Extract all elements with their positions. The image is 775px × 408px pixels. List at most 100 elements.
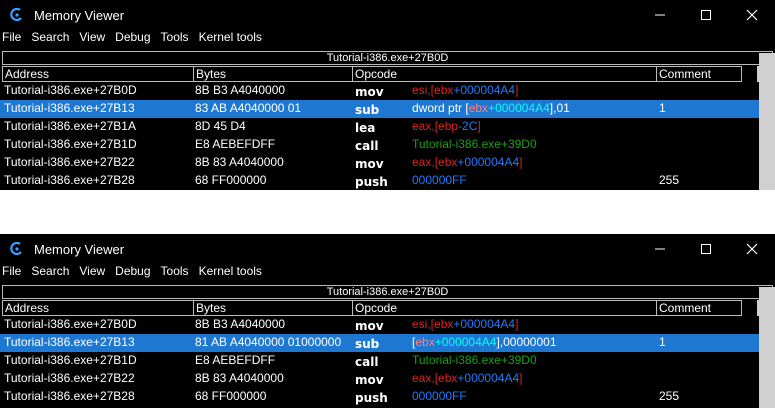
maximize-icon[interactable] <box>683 234 729 264</box>
operand-token: Tutorial-i386.exe+39D0 <box>412 353 537 367</box>
row-operands: [ebx+000004A4],00000001 <box>412 335 557 349</box>
disassembly-row[interactable]: Tutorial-i386.exe+27B13 83 AB A4040000 01… <box>0 100 775 118</box>
menu-tools[interactable]: Tools <box>161 264 189 278</box>
disassembly-header: Address Bytes Opcode Comment <box>0 300 775 316</box>
menu-kernel-tools[interactable]: Kernel tools <box>199 264 262 278</box>
row-address: Tutorial-i386.exe+27B13 <box>4 335 135 349</box>
row-opcode: mov <box>355 373 384 387</box>
operand-token: ebx <box>415 335 435 349</box>
disassembly-row[interactable]: Tutorial-i386.exe+27B13 81 AB A4040000 01… <box>0 334 775 352</box>
menu-search[interactable]: Search <box>31 30 69 44</box>
disassembly-row[interactable]: Tutorial-i386.exe+27B1A 8D 45 D4 lea eax,[e… <box>0 118 775 136</box>
operand-token: +000004A4 <box>453 317 516 331</box>
row-operands: eax,[ebx+000004A4] <box>412 371 522 385</box>
disassembly-header: Address Bytes Opcode Comment <box>0 66 775 82</box>
operand-token: esi <box>412 83 428 97</box>
row-bytes: 8B 83 A4040000 <box>195 371 284 385</box>
operand-token: ebx <box>468 101 489 115</box>
menu-file[interactable]: File <box>2 264 21 278</box>
menu-view[interactable]: View <box>79 264 105 278</box>
menu-debug[interactable]: Debug <box>115 264 150 278</box>
menu-file[interactable]: File <box>2 30 21 44</box>
row-operands: eax,[ebp-2C] <box>412 119 481 133</box>
header-bytes[interactable]: Bytes <box>193 300 353 316</box>
row-opcode: mov <box>355 85 384 99</box>
title-bar[interactable]: Memory Viewer <box>0 234 775 264</box>
memory-viewer-window-1: Memory Viewer File Search View Debug Too… <box>0 0 775 190</box>
row-address: Tutorial-i386.exe+27B0D <box>4 317 137 331</box>
operand-token: +000004A4 <box>488 101 550 115</box>
minimize-icon[interactable] <box>637 234 683 264</box>
disassembly-rows: Tutorial-i386.exe+27B0D 8B B3 A4040000 mov… <box>0 82 775 190</box>
row-opcode: sub <box>355 337 380 351</box>
operand-token: ] <box>515 317 519 331</box>
row-bytes: 68 FF000000 <box>195 173 267 187</box>
disassembly-row[interactable]: Tutorial-i386.exe+27B0D 8B B3 A4040000 mov… <box>0 82 775 100</box>
menu-tools[interactable]: Tools <box>161 30 189 44</box>
row-bytes: 8B 83 A4040000 <box>195 155 284 169</box>
row-address: Tutorial-i386.exe+27B1D <box>4 353 137 367</box>
menu-kernel-tools[interactable]: Kernel tools <box>199 30 262 44</box>
row-bytes: 81 AB A4040000 01000000 <box>195 335 342 349</box>
menu-search[interactable]: Search <box>31 264 69 278</box>
close-icon[interactable] <box>729 234 775 264</box>
header-address[interactable]: Address <box>2 66 194 82</box>
header-opcode[interactable]: Opcode <box>352 300 657 316</box>
header-address[interactable]: Address <box>2 300 194 316</box>
disassembly-row[interactable]: Tutorial-i386.exe+27B0D 8B B3 A4040000 mov… <box>0 316 775 334</box>
disassembly-row[interactable]: Tutorial-i386.exe+27B1D E8 AEBEFDFF call Tu… <box>0 136 775 154</box>
row-operands: 000000FF <box>412 173 467 187</box>
row-opcode: sub <box>355 103 380 117</box>
row-operands: esi,[ebx+000004A4] <box>412 317 518 331</box>
row-opcode: mov <box>355 319 384 333</box>
window-title: Memory Viewer <box>34 7 125 23</box>
operand-token: 000000FF <box>412 173 467 187</box>
disassembly-row[interactable]: Tutorial-i386.exe+27B1D E8 AEBEFDFF call Tu… <box>0 352 775 370</box>
disassembly-row[interactable]: Tutorial-i386.exe+27B22 8B 83 A4040000 mov… <box>0 154 775 172</box>
row-opcode: mov <box>355 157 384 171</box>
header-bytes[interactable]: Bytes <box>193 66 353 82</box>
header-comment[interactable]: Comment <box>656 300 742 316</box>
operand-token: 000000FF <box>412 389 467 403</box>
window-title: Memory Viewer <box>34 241 125 257</box>
row-operands: 000000FF <box>412 389 467 403</box>
row-address: Tutorial-i386.exe+27B22 <box>4 155 135 169</box>
operand-token: ] <box>519 371 523 385</box>
row-bytes: 68 FF000000 <box>195 389 267 403</box>
row-operands: dword ptr [ebx+000004A4],01 <box>412 101 570 115</box>
header-opcode[interactable]: Opcode <box>352 66 657 82</box>
row-address: Tutorial-i386.exe+27B1A <box>4 119 136 133</box>
address-bar[interactable]: Tutorial-i386.exe+27B0D <box>2 285 773 299</box>
operand-token: dword ptr [ <box>412 101 469 115</box>
operand-token: +000004A4 <box>457 155 520 169</box>
address-bar[interactable]: Tutorial-i386.exe+27B0D <box>2 51 773 65</box>
operand-token: +000004A4 <box>457 371 520 385</box>
row-opcode: call <box>355 139 379 153</box>
disassembly-row[interactable]: Tutorial-i386.exe+27B22 8B 83 A4040000 mov… <box>0 370 775 388</box>
vertical-scrollbar[interactable] <box>759 287 775 408</box>
disassembly-row[interactable]: Tutorial-i386.exe+27B28 68 FF000000 push 00… <box>0 172 775 190</box>
minimize-icon[interactable] <box>637 0 683 30</box>
operand-token: ebx <box>434 317 454 331</box>
operand-token: ],01 <box>549 101 570 115</box>
row-bytes: E8 AEBEFDFF <box>195 137 276 151</box>
row-bytes: 8D 45 D4 <box>195 119 246 133</box>
row-bytes: 8B B3 A4040000 <box>195 83 286 97</box>
maximize-icon[interactable] <box>683 0 729 30</box>
disassembly-row[interactable]: Tutorial-i386.exe+27B28 68 FF000000 push 00… <box>0 388 775 406</box>
operand-token: ,[ <box>427 83 435 97</box>
row-comment: 1 <box>659 335 666 349</box>
vertical-scrollbar[interactable] <box>759 53 775 190</box>
header-comment[interactable]: Comment <box>656 66 742 82</box>
menu-view[interactable]: View <box>79 30 105 44</box>
operand-token: eax <box>412 371 432 385</box>
row-comment: 255 <box>659 173 680 187</box>
row-bytes: 8B B3 A4040000 <box>195 317 286 331</box>
row-opcode: lea <box>355 121 376 135</box>
memory-viewer-window-2: Memory Viewer File Search View Debug Too… <box>0 234 775 408</box>
row-opcode: push <box>355 391 388 405</box>
close-icon[interactable] <box>729 0 775 30</box>
title-bar[interactable]: Memory Viewer <box>0 0 775 30</box>
menu-debug[interactable]: Debug <box>115 30 150 44</box>
operand-token: ] <box>477 119 481 133</box>
